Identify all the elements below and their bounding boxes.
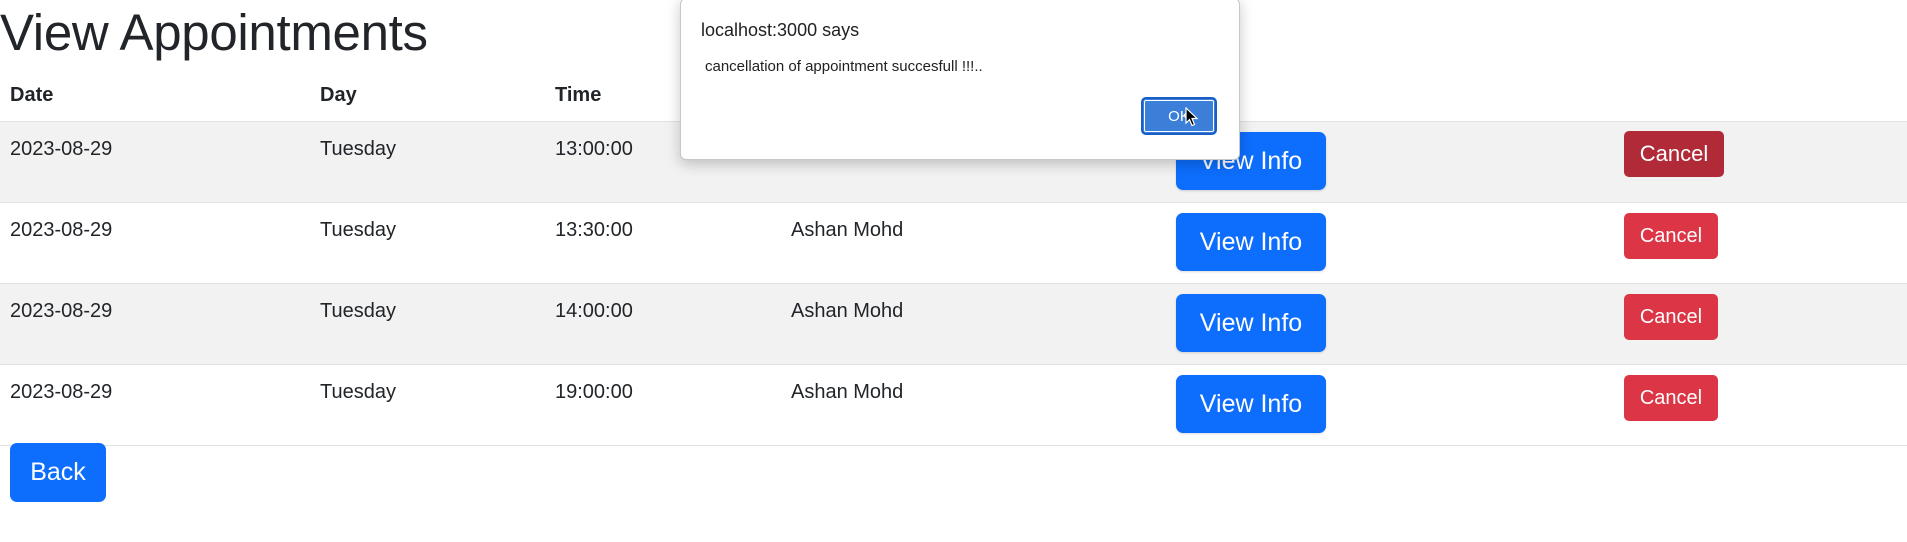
cell-name: Ashan Mohd (791, 381, 904, 403)
view-info-button[interactable]: View Info (1176, 375, 1326, 433)
cell-day: Tuesday (320, 219, 396, 241)
cell-name: Ashan Mohd (791, 219, 904, 241)
cell-date: 2023-08-29 (10, 381, 113, 403)
cancel-button[interactable]: Cancel (1624, 294, 1718, 340)
cell-time: 13:00:00 (555, 138, 633, 160)
page-title: View Appointments (0, 4, 428, 61)
cancel-button[interactable]: Cancel (1624, 131, 1724, 177)
cell-date: 2023-08-29 (10, 219, 113, 241)
header-date: Date (10, 84, 54, 106)
cell-name: Ashan Mohd (791, 300, 904, 322)
header-day: Day (320, 84, 357, 106)
alert-dialog: localhost:3000 says cancellation of appo… (680, 0, 1240, 160)
cell-date: 2023-08-29 (10, 138, 113, 160)
cell-time: 13:30:00 (555, 219, 633, 241)
header-time: Time (555, 84, 602, 106)
view-info-button[interactable]: View Info (1176, 294, 1326, 352)
table-row: 2023-08-29 Tuesday 13:30:00 Ashan Mohd V… (0, 203, 1907, 284)
back-button[interactable]: Back (10, 443, 106, 502)
dialog-title: localhost:3000 says (701, 20, 860, 40)
cancel-button[interactable]: Cancel (1624, 375, 1718, 421)
mouse-pointer-icon (1185, 107, 1199, 127)
table-row: 2023-08-29 Tuesday 19:00:00 Ashan Mohd V… (0, 365, 1907, 446)
cell-day: Tuesday (320, 138, 396, 160)
table-row: 2023-08-29 Tuesday 14:00:00 Ashan Mohd V… (0, 284, 1907, 365)
cell-time: 14:00:00 (555, 300, 633, 322)
cell-day: Tuesday (320, 381, 396, 403)
dialog-ok-button[interactable]: OK (1141, 97, 1217, 135)
dialog-message: cancellation of appointment succesfull !… (705, 58, 983, 75)
cell-time: 19:00:00 (555, 381, 633, 403)
view-info-button[interactable]: View Info (1176, 213, 1326, 271)
cell-day: Tuesday (320, 300, 396, 322)
cancel-button[interactable]: Cancel (1624, 213, 1718, 259)
cell-date: 2023-08-29 (10, 300, 113, 322)
